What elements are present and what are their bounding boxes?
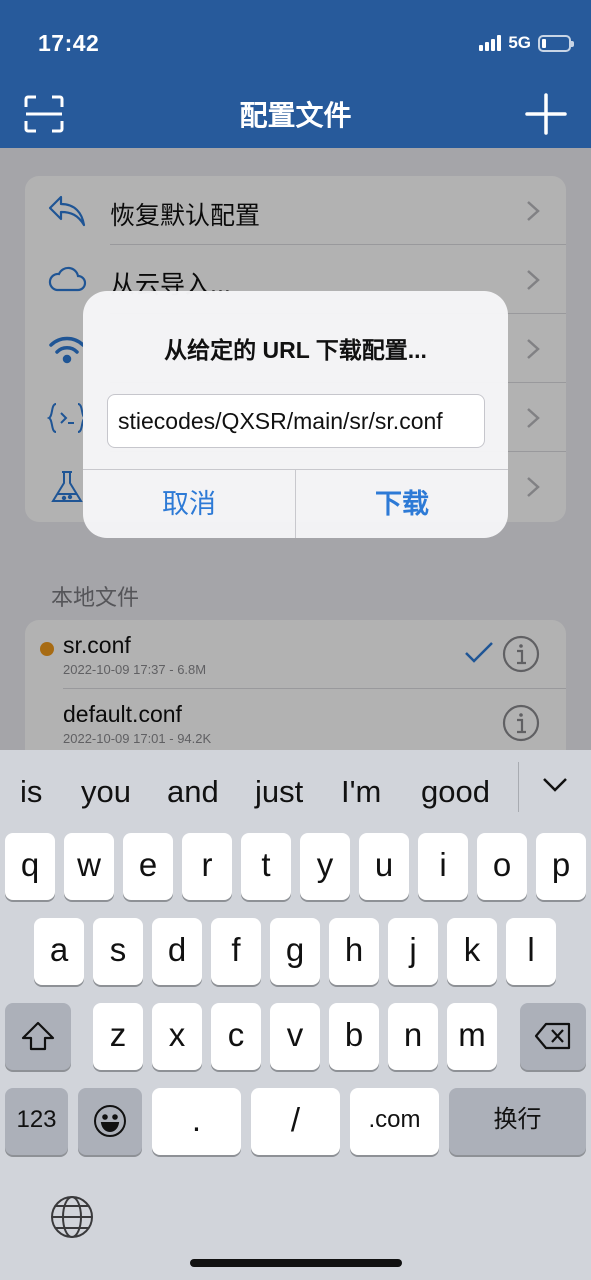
status-indicators: 5G <box>479 33 574 53</box>
globe-icon[interactable] <box>50 1195 94 1239</box>
key-q[interactable]: q <box>5 833 55 900</box>
shift-key[interactable] <box>5 1003 71 1070</box>
chevron-down-icon[interactable] <box>541 776 569 794</box>
key-y[interactable]: y <box>300 833 350 900</box>
shift-icon <box>21 1021 55 1051</box>
key-x[interactable]: x <box>152 1003 202 1070</box>
key-l[interactable]: l <box>506 918 556 985</box>
cancel-button[interactable]: 取消 <box>83 470 295 538</box>
page-title: 配置文件 <box>239 100 352 131</box>
suggestion-word[interactable]: is <box>20 774 42 810</box>
key-e[interactable]: e <box>123 833 173 900</box>
key-v[interactable]: v <box>270 1003 320 1070</box>
key-m[interactable]: m <box>447 1003 497 1070</box>
plus-icon[interactable] <box>525 93 567 135</box>
dot-key[interactable]: . <box>152 1088 241 1155</box>
key-h[interactable]: h <box>329 918 379 985</box>
slash-key[interactable]: / <box>251 1088 340 1155</box>
key-a[interactable]: a <box>34 918 84 985</box>
download-button[interactable]: 下载 <box>296 470 508 538</box>
key-c[interactable]: c <box>211 1003 261 1070</box>
key-u[interactable]: u <box>359 833 409 900</box>
key-o[interactable]: o <box>477 833 527 900</box>
home-indicator <box>190 1259 402 1267</box>
key-k[interactable]: k <box>447 918 497 985</box>
nav-header: 17:42 5G 配置文件 <box>0 0 591 148</box>
signal-icon <box>479 35 502 51</box>
numbers-key[interactable]: 123 <box>5 1088 68 1155</box>
return-key[interactable]: 换行 <box>449 1088 586 1155</box>
suggestion-word[interactable]: just <box>255 774 303 810</box>
suggestion-bar: is you and just I'm good <box>0 750 591 822</box>
key-b[interactable]: b <box>329 1003 379 1070</box>
key-j[interactable]: j <box>388 918 438 985</box>
download-config-alert: 从给定的 URL 下载配置... stiecodes/QXSR/main/sr/… <box>83 291 508 538</box>
key-s[interactable]: s <box>93 918 143 985</box>
suggestion-word[interactable]: you <box>81 774 131 810</box>
key-t[interactable]: t <box>241 833 291 900</box>
battery-icon <box>538 34 574 52</box>
url-input-value: stiecodes/QXSR/main/sr/sr.conf <box>118 408 443 434</box>
emoji-key[interactable] <box>78 1088 142 1155</box>
status-time: 17:42 <box>38 30 100 56</box>
key-f[interactable]: f <box>211 918 261 985</box>
dotcom-key[interactable]: .com <box>350 1088 439 1155</box>
suggestion-word[interactable]: and <box>167 774 219 810</box>
key-p[interactable]: p <box>536 833 586 900</box>
delete-key[interactable] <box>520 1003 586 1070</box>
key-n[interactable]: n <box>388 1003 438 1070</box>
key-i[interactable]: i <box>418 833 468 900</box>
backspace-icon <box>534 1022 571 1050</box>
alert-title: 从给定的 URL 下载配置... <box>164 337 427 363</box>
key-r[interactable]: r <box>182 833 232 900</box>
url-input[interactable]: stiecodes/QXSR/main/sr/sr.conf <box>107 394 485 448</box>
network-label: 5G <box>508 33 531 52</box>
key-d[interactable]: d <box>152 918 202 985</box>
key-z[interactable]: z <box>93 1003 143 1070</box>
key-w[interactable]: w <box>64 833 114 900</box>
suggestion-word[interactable]: good <box>421 774 490 810</box>
emoji-icon <box>94 1105 126 1137</box>
key-g[interactable]: g <box>270 918 320 985</box>
suggestion-word[interactable]: I'm <box>341 774 381 810</box>
